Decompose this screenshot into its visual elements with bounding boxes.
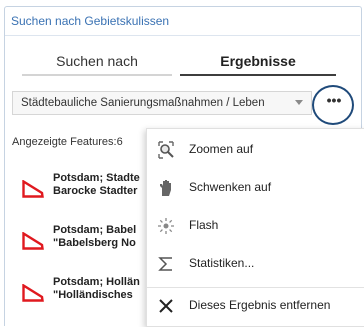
menu-item-statistics[interactable]: Statistiken... bbox=[147, 246, 364, 280]
features-count: Angezeigte Features:6 bbox=[12, 136, 123, 148]
close-icon bbox=[159, 299, 173, 313]
result-item[interactable]: Potsdam; Stadte Barocke Stadter bbox=[14, 172, 150, 202]
layer-select[interactable]: Städtebauliche Sanierungsmaßnahmen / Leb… bbox=[12, 91, 312, 115]
tab-search[interactable]: Suchen nach bbox=[22, 48, 172, 76]
menu-item-label: Zoomen auf bbox=[189, 142, 254, 156]
zoom-to-icon bbox=[158, 141, 174, 159]
sigma-icon bbox=[158, 257, 172, 271]
result-item[interactable]: Potsdam; Babel "Babelsberg No bbox=[14, 224, 150, 254]
polygon-icon bbox=[22, 180, 44, 198]
menu-item-label: Statistiken... bbox=[189, 256, 255, 270]
flash-icon bbox=[158, 218, 174, 234]
pan-to-icon bbox=[160, 180, 171, 196]
result-subtitle: "Holländisches bbox=[53, 289, 133, 301]
menu-item-flash[interactable]: Flash bbox=[147, 208, 364, 242]
menu-item-remove-result[interactable]: Dieses Ergebnis entfernen bbox=[147, 287, 364, 322]
menu-item-label: Dieses Ergebnis entfernen bbox=[189, 298, 331, 312]
tab-bar: Suchen nach Ergebnisse bbox=[22, 48, 336, 76]
highlight-circle bbox=[312, 85, 354, 125]
menu-item-label: Flash bbox=[189, 218, 219, 232]
polygon-icon bbox=[22, 284, 44, 302]
result-item[interactable]: Potsdam; Hollän "Holländisches bbox=[14, 276, 150, 306]
chevron-down-icon[interactable] bbox=[295, 100, 303, 105]
panel-title: Suchen nach Gebietskulissen bbox=[11, 14, 170, 28]
tab-results[interactable]: Ergebnisse bbox=[180, 48, 336, 76]
result-title: Potsdam; Hollän bbox=[53, 276, 140, 288]
result-title: Potsdam; Babel bbox=[53, 224, 137, 236]
layer-select-value: Städtebauliche Sanierungsmaßnahmen / Leb… bbox=[21, 97, 265, 109]
result-title: Potsdam; Stadte bbox=[53, 172, 140, 184]
result-subtitle: Barocke Stadter bbox=[53, 185, 138, 197]
menu-item-label: Schwenken auf bbox=[189, 180, 272, 194]
panel-header: Suchen nach Gebietskulissen bbox=[5, 7, 360, 36]
polygon-icon bbox=[22, 232, 44, 250]
search-panel: Suchen nach Gebietskulissen Suchen nach … bbox=[0, 0, 364, 327]
menu-item-pan-to[interactable]: Schwenken auf bbox=[147, 170, 364, 204]
context-menu: Zoomen auf Schwenken auf Flash Statistik… bbox=[146, 128, 364, 327]
result-subtitle: "Babelsberg No bbox=[53, 237, 136, 249]
menu-item-zoom-to[interactable]: Zoomen auf bbox=[147, 132, 364, 166]
